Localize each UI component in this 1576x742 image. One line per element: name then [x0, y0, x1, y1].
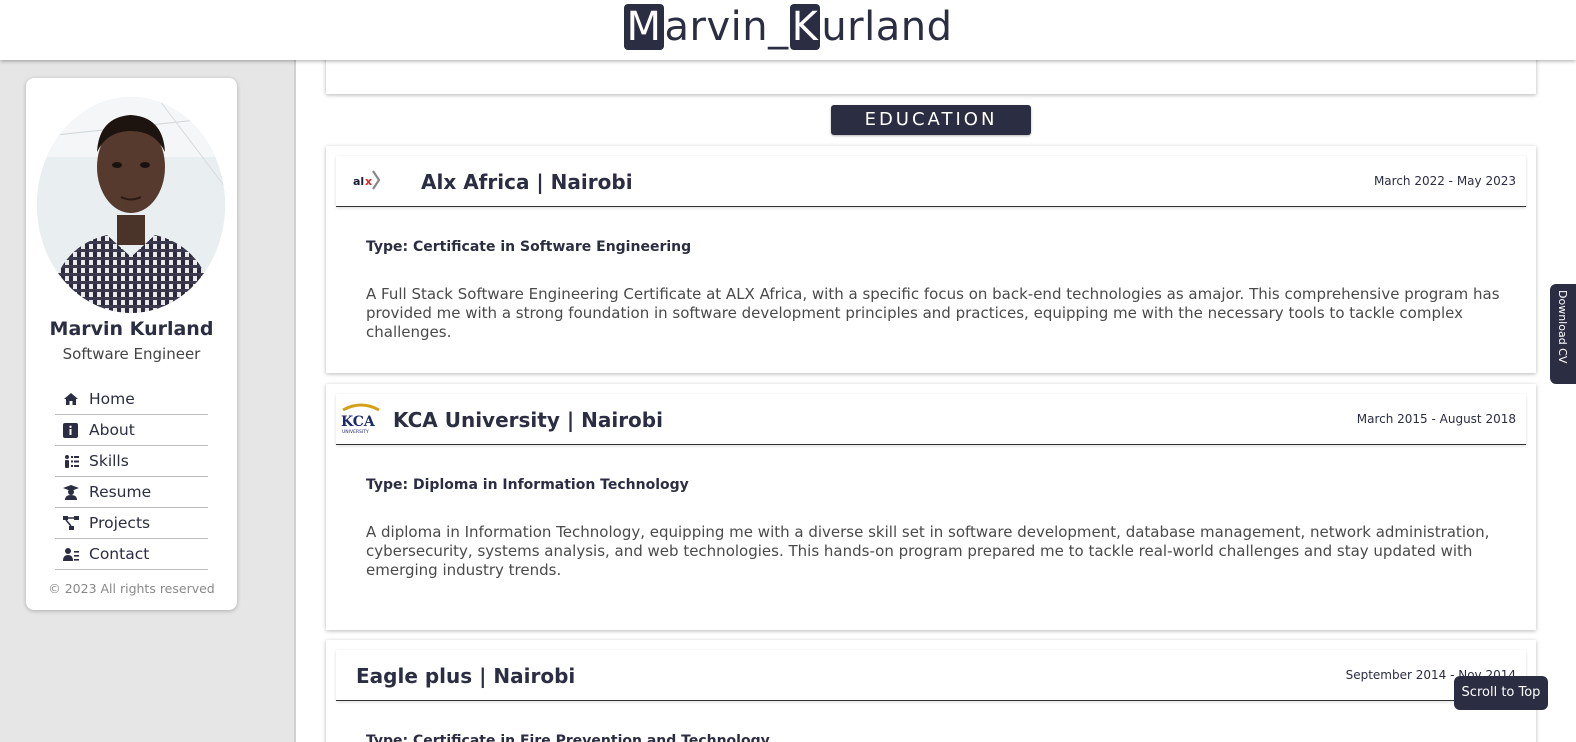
entry-description: A Full Stack Software Engineering Certif…: [366, 285, 1500, 341]
download-cv-tab[interactable]: Download CV: [1550, 284, 1576, 384]
entry-header: KCA UNIVERSITY KCA University | Nairobi …: [336, 394, 1526, 445]
kca-logo-text: KCA: [341, 414, 376, 430]
previous-section-card: [326, 60, 1536, 94]
nav-item-label: Resume: [89, 483, 152, 501]
logo-initial-k: K: [789, 4, 821, 50]
graduate-icon: [62, 484, 79, 501]
sidebar-nav: Home About Skills Resume Projects Contac…: [55, 384, 208, 570]
institution-name: Eagle plus | Nairobi: [356, 664, 576, 688]
logo-text-2: urland: [821, 4, 953, 50]
entry-header: Eagle plus | Nairobi September 2014 - No…: [336, 650, 1526, 701]
kca-logo-subtext: UNIVERSITY: [342, 429, 369, 435]
kca-logo: KCA UNIVERSITY: [339, 402, 383, 436]
section-title-education: EDUCATION: [831, 105, 1031, 135]
nav-item-about[interactable]: About: [55, 415, 208, 446]
contact-card-icon: [62, 546, 79, 563]
profile-name: Marvin Kurland: [49, 318, 214, 340]
download-cv-label: Download CV: [1556, 290, 1569, 364]
nav-item-label: Home: [89, 390, 135, 408]
nav-item-label: Contact: [89, 545, 150, 563]
nav-item-home[interactable]: Home: [55, 384, 208, 415]
education-entry: al x Alx Africa | Nairobi March 2022 - M…: [326, 146, 1536, 373]
profile-card: Marvin Kurland Software Engineer Home Ab…: [26, 78, 237, 610]
entry-type: Type: Diploma in Information Technology: [366, 477, 689, 493]
svg-text:x: x: [365, 175, 372, 188]
site-header: Marvin_Kurland: [0, 0, 1576, 60]
institution-name: Alx Africa | Nairobi: [421, 170, 633, 194]
home-icon: [62, 391, 79, 408]
nav-item-skills[interactable]: Skills: [55, 446, 208, 477]
diagram-icon: [62, 515, 79, 532]
profile-role: Software Engineer: [62, 345, 201, 363]
logo-initial-m: M: [624, 4, 664, 50]
site-logo[interactable]: Marvin_Kurland: [0, 4, 1576, 50]
nav-item-label: About: [89, 421, 135, 439]
scroll-to-top-button[interactable]: Scroll to Top: [1454, 676, 1548, 710]
nav-item-projects[interactable]: Projects: [55, 508, 208, 539]
nav-item-resume[interactable]: Resume: [55, 477, 208, 508]
nav-item-contact[interactable]: Contact: [55, 539, 208, 570]
skills-icon: [62, 453, 79, 470]
entry-dates: March 2022 - May 2023: [1373, 174, 1516, 188]
institution-name: KCA University | Nairobi: [393, 408, 663, 432]
entry-dates: March 2015 - August 2018: [1356, 412, 1516, 426]
alx-logo: al x: [352, 167, 384, 195]
copyright-text: © 2023 All rights reserved: [48, 581, 215, 596]
avatar: [37, 97, 225, 313]
entry-type: Type: Certificate in Fire Prevention and…: [366, 733, 770, 742]
nav-item-label: Skills: [89, 452, 129, 470]
entry-header: al x Alx Africa | Nairobi March 2022 - M…: [336, 156, 1526, 207]
main-content: EDUCATION al x Alx Africa | Nairobi Marc…: [296, 60, 1576, 742]
education-entry: KCA UNIVERSITY KCA University | Nairobi …: [326, 384, 1536, 630]
entry-description: A diploma in Information Technology, equ…: [366, 523, 1490, 579]
education-entry: Eagle plus | Nairobi September 2014 - No…: [326, 640, 1536, 742]
info-icon: [62, 422, 79, 439]
logo-text-1: arvin_: [664, 4, 789, 50]
nav-item-label: Projects: [89, 514, 151, 532]
sidebar-column: Marvin Kurland Software Engineer Home Ab…: [0, 60, 296, 742]
entry-type: Type: Certificate in Software Engineerin…: [366, 239, 692, 255]
svg-text:al: al: [353, 175, 364, 188]
